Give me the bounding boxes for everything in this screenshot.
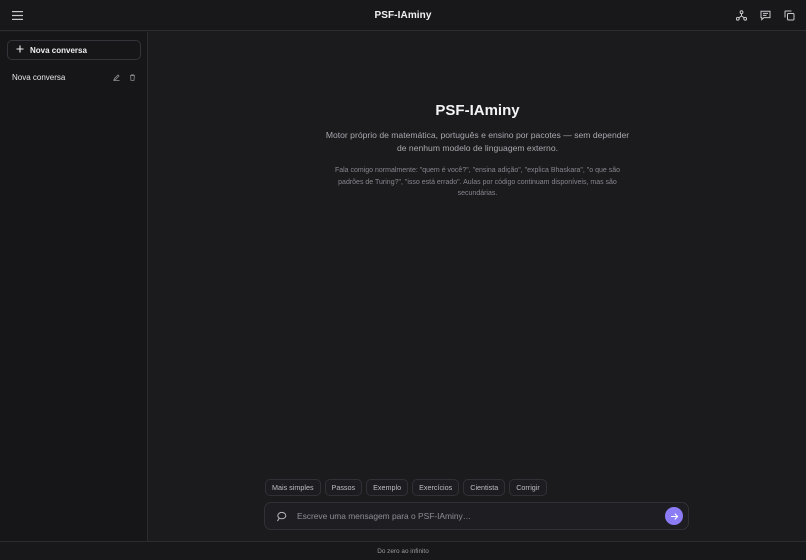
message-composer: [264, 502, 689, 530]
message-input[interactable]: [297, 511, 665, 521]
footer-text: Do zero ao infinito: [377, 547, 429, 555]
conversation-actions: [112, 73, 136, 81]
chip-exemplo[interactable]: Exemplo: [366, 479, 409, 496]
chip-mais-simples[interactable]: Mais simples: [265, 479, 321, 496]
top-actions: [734, 8, 796, 22]
chat-icon[interactable]: [758, 8, 772, 22]
app-title: PSF-IAminy: [374, 9, 432, 21]
new-chat-button[interactable]: Nova conversa: [7, 40, 141, 60]
chip-passos[interactable]: Passos: [324, 479, 363, 496]
welcome-panel: PSF-IAminy Motor próprio de matemática, …: [149, 102, 806, 200]
welcome-subtitle: Motor próprio de matemática, português e…: [325, 130, 630, 153]
chip-cientista[interactable]: Cientista: [463, 479, 506, 496]
sidebar: Nova conversa Nova conversa: [0, 32, 148, 541]
top-bar: PSF-IAminy: [0, 0, 806, 31]
welcome-title: PSF-IAminy: [435, 102, 520, 119]
send-button[interactable]: [665, 507, 683, 525]
footer: Do zero ao infinito: [0, 541, 806, 560]
lasso-icon[interactable]: [275, 510, 287, 522]
main-area: PSF-IAminy Motor próprio de matemática, …: [149, 32, 806, 541]
chip-corrigir[interactable]: Corrigir: [509, 479, 547, 496]
trash-icon[interactable]: [128, 73, 136, 81]
network-icon[interactable]: [734, 8, 748, 22]
edit-icon[interactable]: [112, 73, 120, 81]
conversation-item[interactable]: Nova conversa: [6, 70, 142, 84]
welcome-note: Fala comigo normalmente: "quem é você?",…: [334, 167, 621, 197]
suggestion-chips: Mais simples Passos Exemplo Exercícios C…: [265, 479, 547, 496]
conversation-label: Nova conversa: [12, 72, 66, 82]
chip-exercicios[interactable]: Exercícios: [412, 479, 460, 496]
copy-icon[interactable]: [782, 8, 796, 22]
new-chat-label: Nova conversa: [30, 45, 87, 55]
plus-icon: [16, 45, 24, 55]
menu-icon[interactable]: [10, 8, 24, 22]
